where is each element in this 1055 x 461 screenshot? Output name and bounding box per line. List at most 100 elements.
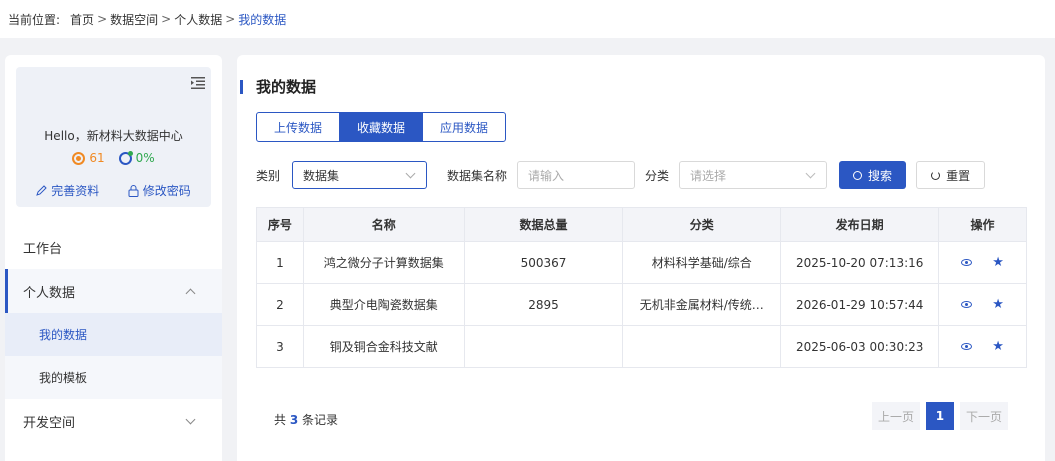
filter-bar: 类别 数据集 数据集名称 请输入 分类 请选择 搜索 重置	[256, 161, 1027, 189]
column-header-name: 名称	[302, 207, 465, 242]
view-icon[interactable]	[961, 259, 973, 266]
next-page-button[interactable]: 下一页	[959, 402, 1008, 430]
table-row: 1 鸿之微分子计算数据集 500367 材料科学基础/综合 2025-10-20…	[256, 241, 1027, 284]
percent-value: 0%	[135, 151, 155, 165]
cell-index: 3	[256, 325, 304, 368]
greeting-text: Hello，新材料大数据中心	[44, 129, 183, 143]
sidebar-subitem-my-templates[interactable]: 我的模板	[5, 356, 222, 399]
sidebar-item-label: 开发空间	[23, 415, 76, 431]
title-accent-bar	[240, 80, 243, 94]
breadcrumb-prefix: 当前位置:	[8, 12, 61, 27]
sidebar-item-label: 工作台	[23, 241, 63, 257]
page-title: 我的数据	[256, 78, 317, 96]
cell-date: 2025-10-20 07:13:16	[780, 241, 940, 284]
tab-upload-data[interactable]: 上传数据	[256, 112, 341, 142]
data-tabs: 上传数据 收藏数据 应用数据	[256, 112, 507, 142]
search-icon	[853, 170, 863, 180]
breadcrumb-home[interactable]: 首页	[70, 11, 94, 28]
sidebar-item-personal-data[interactable]: 个人数据	[5, 269, 222, 313]
coin-stat: 61	[72, 151, 105, 165]
search-button[interactable]: 搜索	[839, 161, 907, 189]
sidebar-subitem-my-data[interactable]: 我的数据	[5, 313, 222, 356]
sidebar-item-dev-space[interactable]: 开发空间	[5, 399, 222, 443]
tab-favorite-data[interactable]: 收藏数据	[339, 112, 424, 142]
cell-name: 典型介电陶瓷数据集	[302, 283, 465, 326]
pagination: 上一页 1 下一页	[871, 402, 1008, 430]
record-count-value: 3	[289, 413, 299, 427]
breadcrumb-personal-data[interactable]: 个人数据	[174, 11, 222, 28]
sidebar-item-workbench[interactable]: 工作台	[5, 225, 222, 269]
main-panel: 我的数据 上传数据 收藏数据 应用数据 类别 数据集 数据集名称 请输入 分类 …	[237, 55, 1045, 461]
favorite-star-icon[interactable]: ★	[992, 340, 1004, 353]
dataset-name-label: 数据集名称	[447, 168, 508, 183]
sidebar-item-label: 我的数据	[39, 328, 88, 342]
chevron-down-icon	[185, 414, 196, 424]
category-label: 类别	[256, 168, 281, 183]
sidebar-item-label: 个人数据	[23, 285, 76, 301]
cell-category: 无机非金属材料/传统…	[622, 283, 782, 326]
dataset-name-placeholder: 请输入	[528, 168, 565, 183]
reset-button[interactable]: 重置	[916, 161, 986, 189]
view-icon[interactable]	[961, 343, 973, 350]
user-stats: 61 0%	[16, 150, 211, 165]
change-password-link[interactable]: 修改密码	[128, 182, 191, 199]
edit-profile-link[interactable]: 完善资料	[36, 182, 99, 199]
breadcrumb-current: 我的数据	[238, 12, 287, 27]
chevron-up-icon	[185, 288, 196, 298]
percent-stat: 0%	[118, 150, 155, 165]
classification-select[interactable]: 请选择	[679, 161, 828, 189]
profile-card: Hello，新材料大数据中心 61 0% 完善资料 修改密码	[16, 67, 211, 207]
breadcrumb-data-space[interactable]: 数据空间	[110, 11, 158, 28]
record-count: 共 3 条记录	[274, 411, 338, 428]
dataset-name-input[interactable]: 请输入	[517, 161, 636, 189]
prev-page-button[interactable]: 上一页	[871, 402, 920, 430]
cell-actions: ★	[938, 283, 1027, 326]
search-button-label: 搜索	[868, 168, 893, 183]
sidebar-menu: 工作台 个人数据 我的数据 我的模板 开发空间	[5, 225, 222, 443]
cell-total: 2895	[463, 283, 624, 326]
cell-name: 鸿之微分子计算数据集	[302, 241, 465, 284]
favorite-star-icon[interactable]: ★	[992, 256, 1004, 269]
column-header-index: 序号	[256, 207, 304, 242]
table-row: 3 铜及铜合金科技文献 2025-06-03 00:30:23 ★	[256, 325, 1027, 368]
classification-placeholder: 请选择	[690, 168, 727, 183]
sidebar-item-label: 我的模板	[39, 371, 88, 385]
tab-application-data[interactable]: 应用数据	[422, 112, 507, 142]
cell-actions: ★	[938, 325, 1027, 368]
sidebar: Hello，新材料大数据中心 61 0% 完善资料 修改密码 工作台 个人数据 …	[5, 55, 222, 461]
cell-total: 500367	[463, 241, 624, 284]
table-row: 2 典型介电陶瓷数据集 2895 无机非金属材料/传统… 2026-01-29 …	[256, 283, 1027, 326]
refresh-icon	[931, 170, 941, 180]
chevron-down-icon	[805, 168, 816, 178]
favorite-star-icon[interactable]: ★	[992, 298, 1004, 311]
view-icon[interactable]	[961, 301, 973, 308]
lock-icon	[128, 184, 139, 197]
chevron-down-icon	[405, 168, 416, 178]
cell-name: 铜及铜合金科技文献	[302, 325, 465, 368]
coin-icon	[72, 151, 86, 165]
category-select[interactable]: 数据集	[292, 161, 428, 189]
breadcrumb-separator: >	[161, 12, 172, 26]
change-password-label: 修改密码	[142, 184, 191, 198]
cell-total	[463, 325, 624, 368]
classification-label: 分类	[645, 168, 670, 183]
breadcrumb: 当前位置: 首页 > 数据空间 > 个人数据 > 我的数据	[0, 0, 1055, 38]
cell-index: 2	[256, 283, 304, 326]
breadcrumb-separator: >	[97, 12, 108, 26]
reset-button-label: 重置	[946, 168, 971, 183]
profile-links: 完善资料 修改密码	[16, 182, 211, 199]
cell-date: 2025-06-03 00:30:23	[780, 325, 940, 368]
data-table: 序号 名称 数据总量 分类 发布日期 操作 1 鸿之微分子计算数据集 50036…	[256, 207, 1027, 368]
record-count-prefix: 共	[274, 413, 287, 427]
table-header-row: 序号 名称 数据总量 分类 发布日期 操作	[256, 207, 1027, 242]
menu-collapse-icon[interactable]	[191, 77, 205, 89]
column-header-total: 数据总量	[463, 207, 624, 242]
column-header-category: 分类	[622, 207, 782, 242]
storage-icon	[118, 150, 133, 165]
column-header-date: 发布日期	[780, 207, 940, 242]
page-number-button[interactable]: 1	[925, 402, 954, 430]
cell-category	[622, 325, 782, 368]
category-value: 数据集	[303, 168, 340, 183]
column-header-actions: 操作	[938, 207, 1027, 242]
cell-category: 材料科学基础/综合	[622, 241, 782, 284]
